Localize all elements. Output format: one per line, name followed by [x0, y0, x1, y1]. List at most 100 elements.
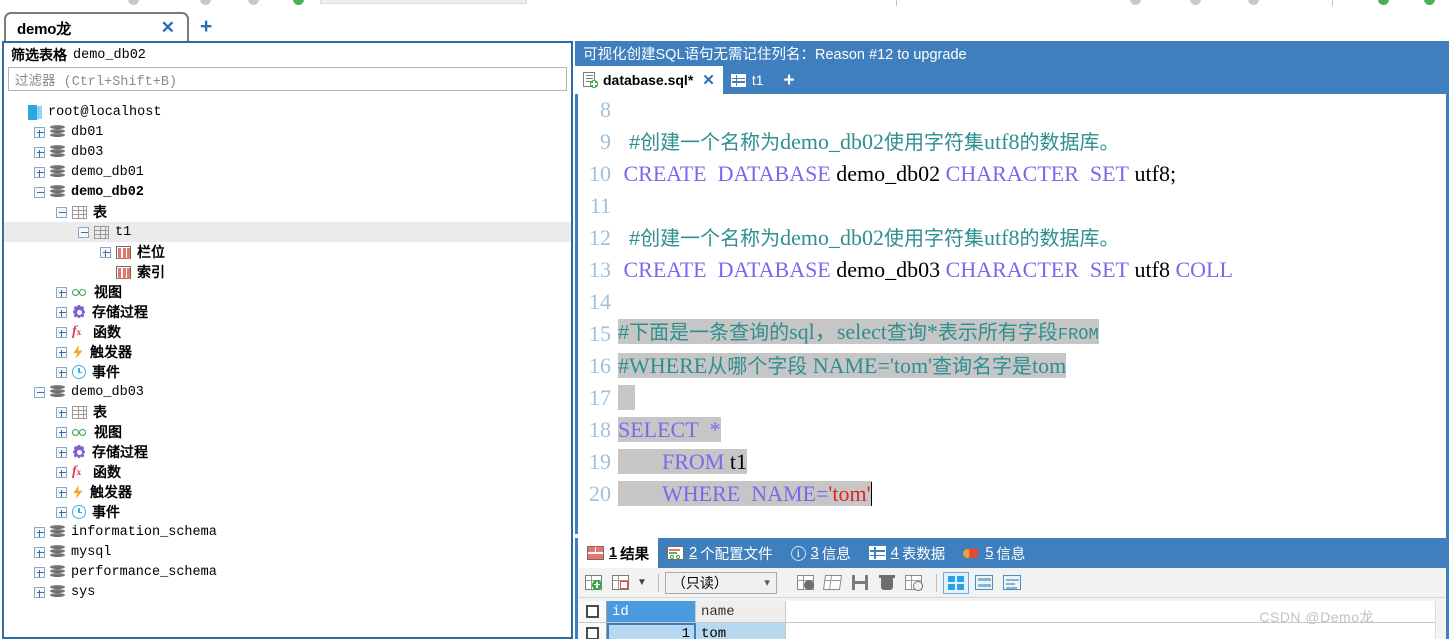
tree-item[interactable]: sys — [4, 582, 571, 602]
tree-expander-plus[interactable] — [56, 466, 67, 478]
edit-mode-select[interactable]: （只读） ▾ — [664, 571, 777, 594]
tree-item[interactable]: t1 — [4, 222, 571, 242]
line-content[interactable]: #下面是一条查询的sql，select查询*表示所有字段FROM — [618, 317, 1099, 351]
tree-item[interactable]: performance_schema — [4, 562, 571, 582]
tree-item[interactable]: 事件 — [4, 502, 571, 522]
tree-item[interactable]: demo_db03 — [4, 382, 571, 402]
tree-expander-plus[interactable] — [56, 506, 67, 518]
editor-line[interactable]: 18 SELECT * — [578, 414, 1449, 446]
row-checkbox[interactable] — [578, 623, 607, 639]
toolbar-icon-2[interactable] — [200, 0, 211, 5]
tree-expander-plus[interactable] — [34, 166, 45, 178]
cell-name[interactable]: tom — [696, 623, 786, 639]
editor-line[interactable]: 20 WHERE NAME='tom' — [578, 478, 1449, 510]
editor-tab-database-sql[interactable]: database.sql* ✕ — [575, 66, 723, 94]
tree-expander-plus[interactable] — [56, 426, 67, 438]
filter-input[interactable]: 过滤器 (Ctrl+Shift+B) — [8, 67, 567, 91]
results-tab-5[interactable]: 5 信息 — [954, 538, 1034, 568]
tree-item[interactable]: 表 — [4, 202, 571, 222]
toolbar-icon-1[interactable] — [128, 0, 139, 5]
duplicate-row-icon[interactable] — [822, 572, 845, 594]
line-content[interactable]: CREATE DATABASE demo_db02 CHARACTER SET … — [618, 159, 1177, 189]
column-header[interactable]: id — [607, 601, 696, 623]
tree-expander-plus[interactable] — [34, 546, 45, 558]
tree-expander-minus[interactable] — [78, 226, 89, 238]
tree-expander-plus[interactable] — [56, 286, 67, 298]
add-record-icon[interactable] — [583, 572, 606, 594]
tree-expander-minus[interactable] — [34, 386, 45, 398]
line-content[interactable]: CREATE DATABASE demo_db03 CHARACTER SET … — [618, 255, 1233, 285]
tree-item[interactable]: db01 — [4, 122, 571, 142]
sql-editor[interactable]: 89 #创建一个名称为demo_db02使用字符集utf8的数据库。 10 CRE… — [575, 94, 1449, 534]
tree-item[interactable]: 存储过程 — [4, 442, 571, 462]
plus-icon[interactable]: + — [200, 15, 212, 39]
tree-expander-plus[interactable] — [34, 146, 45, 158]
tree-item[interactable]: 事件 — [4, 362, 571, 382]
tree-item[interactable]: 存储过程 — [4, 302, 571, 322]
editor-line[interactable]: 8 — [578, 94, 1449, 126]
cell-id[interactable]: 1 — [607, 623, 696, 639]
editor-line[interactable]: 14 — [578, 286, 1449, 318]
tree-item[interactable]: 视图 — [4, 422, 571, 442]
tree-expander-plus[interactable] — [56, 446, 67, 458]
tree-expander-plus[interactable] — [56, 306, 67, 318]
tree-item[interactable]: demo_db02 — [4, 182, 571, 202]
close-icon[interactable]: ✕ — [161, 19, 175, 37]
results-tab-2[interactable]: 2 个配置文件 — [658, 538, 782, 568]
form-view-icon[interactable] — [971, 572, 997, 594]
tree-item[interactable]: 触发器 — [4, 342, 571, 362]
insert-row-icon[interactable] — [795, 572, 818, 594]
tree-item[interactable]: root@localhost — [4, 102, 571, 122]
tree-expander-plus[interactable] — [56, 486, 67, 498]
editor-line[interactable]: 13 CREATE DATABASE demo_db03 CHARACTER S… — [578, 254, 1449, 286]
tree-item[interactable]: mysql — [4, 542, 571, 562]
line-content[interactable]: #创建一个名称为demo_db02使用字符集utf8的数据库。 — [618, 223, 1119, 254]
tree-expander-plus[interactable] — [34, 526, 45, 538]
results-tab-4[interactable]: 4 表数据 — [860, 538, 955, 568]
line-content[interactable]: WHERE NAME='tom' — [618, 479, 873, 509]
tree-expander-plus[interactable] — [100, 246, 111, 258]
tree-item[interactable]: demo_db01 — [4, 162, 571, 182]
save-icon[interactable] — [849, 572, 872, 594]
tree-item[interactable]: information_schema — [4, 522, 571, 542]
line-content[interactable]: #WHERE从哪个字段 NAME='tom'查询名字是tom — [618, 351, 1067, 382]
chevron-down-icon[interactable]: ▼ — [637, 577, 647, 588]
toolbar-field-cutoff[interactable] — [320, 0, 527, 4]
object-tree[interactable]: root@localhost db01 db03 demo_db01 demo_db02… — [4, 98, 571, 637]
text-view-icon[interactable] — [999, 572, 1025, 594]
editor-line[interactable]: 9 #创建一个名称为demo_db02使用字符集utf8的数据库。 — [578, 126, 1449, 158]
delete-icon[interactable] — [876, 572, 899, 594]
tree-expander-plus[interactable] — [56, 366, 67, 378]
grid-view-icon[interactable] — [942, 571, 969, 594]
editor-tab-t1[interactable]: t1 — [723, 66, 772, 94]
cancel-edit-icon[interactable] — [903, 572, 926, 594]
editor-line[interactable]: 12 #创建一个名称为demo_db02使用字符集utf8的数据库。 — [578, 222, 1449, 254]
tree-expander-plus[interactable] — [34, 126, 45, 138]
tree-item[interactable]: db03 — [4, 142, 571, 162]
plus-icon[interactable]: + — [772, 68, 807, 94]
tree-expander-plus[interactable] — [34, 586, 45, 598]
column-header[interactable]: name — [696, 601, 786, 623]
line-content[interactable] — [618, 383, 673, 413]
tree-item[interactable]: fx 函数 — [4, 322, 571, 342]
record-mode-icon[interactable] — [610, 572, 633, 594]
toolbar-icon-8[interactable] — [1378, 0, 1389, 5]
toolbar-icon-7[interactable] — [1248, 0, 1259, 5]
tree-expander-plus[interactable] — [56, 406, 67, 418]
tree-item[interactable]: 索引 — [4, 262, 571, 282]
tree-expander-plus[interactable] — [34, 566, 45, 578]
close-icon[interactable]: ✕ — [702, 71, 715, 89]
tree-expander-plus[interactable] — [56, 346, 67, 358]
tree-item[interactable]: fx 函数 — [4, 462, 571, 482]
editor-line[interactable]: 19 FROM t1 — [578, 446, 1449, 478]
toolbar-icon-5[interactable] — [1130, 0, 1141, 5]
row-select-all[interactable] — [578, 601, 607, 623]
results-tab-1[interactable]: 1 结果 — [578, 538, 659, 568]
connection-tab-demo[interactable]: demo龙 ✕ — [4, 12, 189, 42]
editor-line[interactable]: 15 #下面是一条查询的sql，select查询*表示所有字段FROM — [578, 318, 1449, 350]
editor-line[interactable]: 17 — [578, 382, 1449, 414]
toolbar-icon-4[interactable] — [293, 0, 304, 5]
tree-item[interactable]: 栏位 — [4, 242, 571, 262]
line-content[interactable]: SELECT * — [618, 415, 721, 445]
promo-banner[interactable]: 可视化创建SQL语句无需记住列名：Reason #12 to upgrade — [575, 41, 1449, 66]
